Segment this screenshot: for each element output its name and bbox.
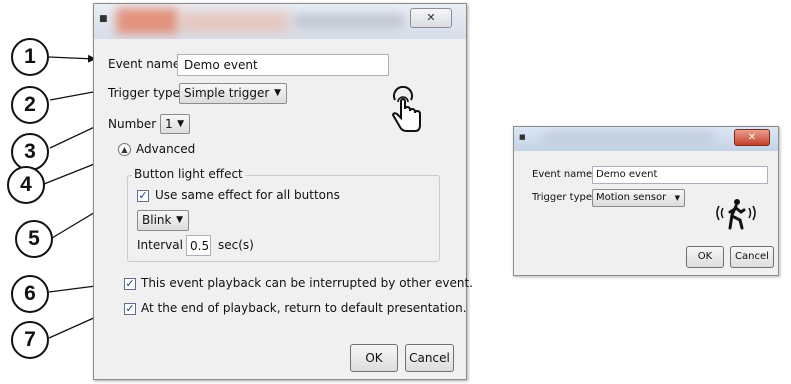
window-menu-icon[interactable]: ■	[99, 14, 108, 24]
button-light-effect-label: Button light effect	[132, 167, 245, 181]
ok-button[interactable]: OK	[350, 344, 398, 372]
callout-7: 7	[11, 321, 49, 359]
same-effect-label: Use same effect for all buttons	[155, 188, 340, 202]
hand-pointer-icon	[391, 86, 421, 132]
number-value: 1	[165, 117, 173, 131]
small-dialog-titlebar: ■ ✕	[514, 127, 778, 151]
number-dropdown[interactable]: 1 ▼	[160, 114, 190, 134]
chevron-down-icon: ▼	[674, 194, 680, 202]
callout-3: 3	[11, 133, 49, 171]
trigger-type-dropdown[interactable]: Motion sensor ▼	[592, 189, 685, 207]
window-menu-icon[interactable]: ■	[519, 133, 526, 141]
effect-dropdown[interactable]: Blink ▼	[137, 210, 189, 231]
blurred-title-area	[116, 8, 178, 34]
trigger-type-value: Motion sensor	[596, 192, 667, 203]
number-label: Number	[108, 117, 157, 131]
interval-label: Interval	[137, 238, 183, 252]
interrupt-label: This event playback can be interrupted b…	[141, 276, 473, 290]
interval-input[interactable]: 0.5	[186, 235, 211, 256]
dialog-titlebar: ■ ✕	[94, 4, 466, 39]
ok-button[interactable]: OK	[686, 246, 724, 268]
chevron-down-icon: ▼	[274, 88, 281, 98]
chevron-down-icon: ▼	[177, 119, 184, 129]
close-button[interactable]: ✕	[410, 8, 452, 28]
callout-6: 6	[11, 275, 49, 313]
event-settings-dialog: ■ ✕ Event name Demo event Trigger type S…	[93, 3, 473, 380]
event-name-input[interactable]: Demo event	[177, 54, 389, 76]
same-effect-checkbox[interactable]: ✓	[137, 190, 149, 202]
motion-sensor-dialog: ■ ✕ Event name Demo event Trigger type M…	[513, 126, 779, 276]
cancel-button[interactable]: Cancel	[730, 246, 774, 268]
callout-4: 4	[7, 166, 45, 204]
callout-5: 5	[15, 220, 53, 258]
interval-unit-label: sec(s)	[218, 238, 254, 252]
trigger-type-label: Trigger type	[108, 86, 181, 100]
callout-1: 1	[11, 38, 49, 76]
chevron-down-icon: ▼	[176, 215, 183, 225]
return-default-checkbox[interactable]: ✓	[124, 303, 136, 315]
blurred-title-area-2	[180, 12, 290, 32]
return-default-label: At the end of playback, return to defaul…	[141, 301, 467, 315]
advanced-label[interactable]: Advanced	[136, 142, 195, 156]
cancel-button[interactable]: Cancel	[405, 344, 454, 372]
blurred-title-area	[544, 131, 714, 145]
event-name-input[interactable]: Demo event	[592, 166, 768, 184]
event-name-label: Event name	[532, 169, 593, 180]
event-name-label: Event name	[108, 57, 181, 71]
arrow-1	[48, 54, 96, 63]
motion-sensor-icon	[716, 199, 756, 230]
blurred-title-area-3	[294, 14, 404, 28]
effect-value: Blink	[142, 213, 172, 227]
interrupt-checkbox[interactable]: ✓	[124, 278, 136, 290]
advanced-expander-icon[interactable]: ▲	[118, 143, 131, 156]
callout-2: 2	[11, 86, 49, 124]
trigger-type-label: Trigger type	[532, 192, 593, 203]
close-button[interactable]: ✕	[734, 129, 770, 146]
trigger-type-value: Simple trigger	[184, 86, 270, 100]
trigger-type-dropdown[interactable]: Simple trigger ▼	[179, 83, 287, 104]
